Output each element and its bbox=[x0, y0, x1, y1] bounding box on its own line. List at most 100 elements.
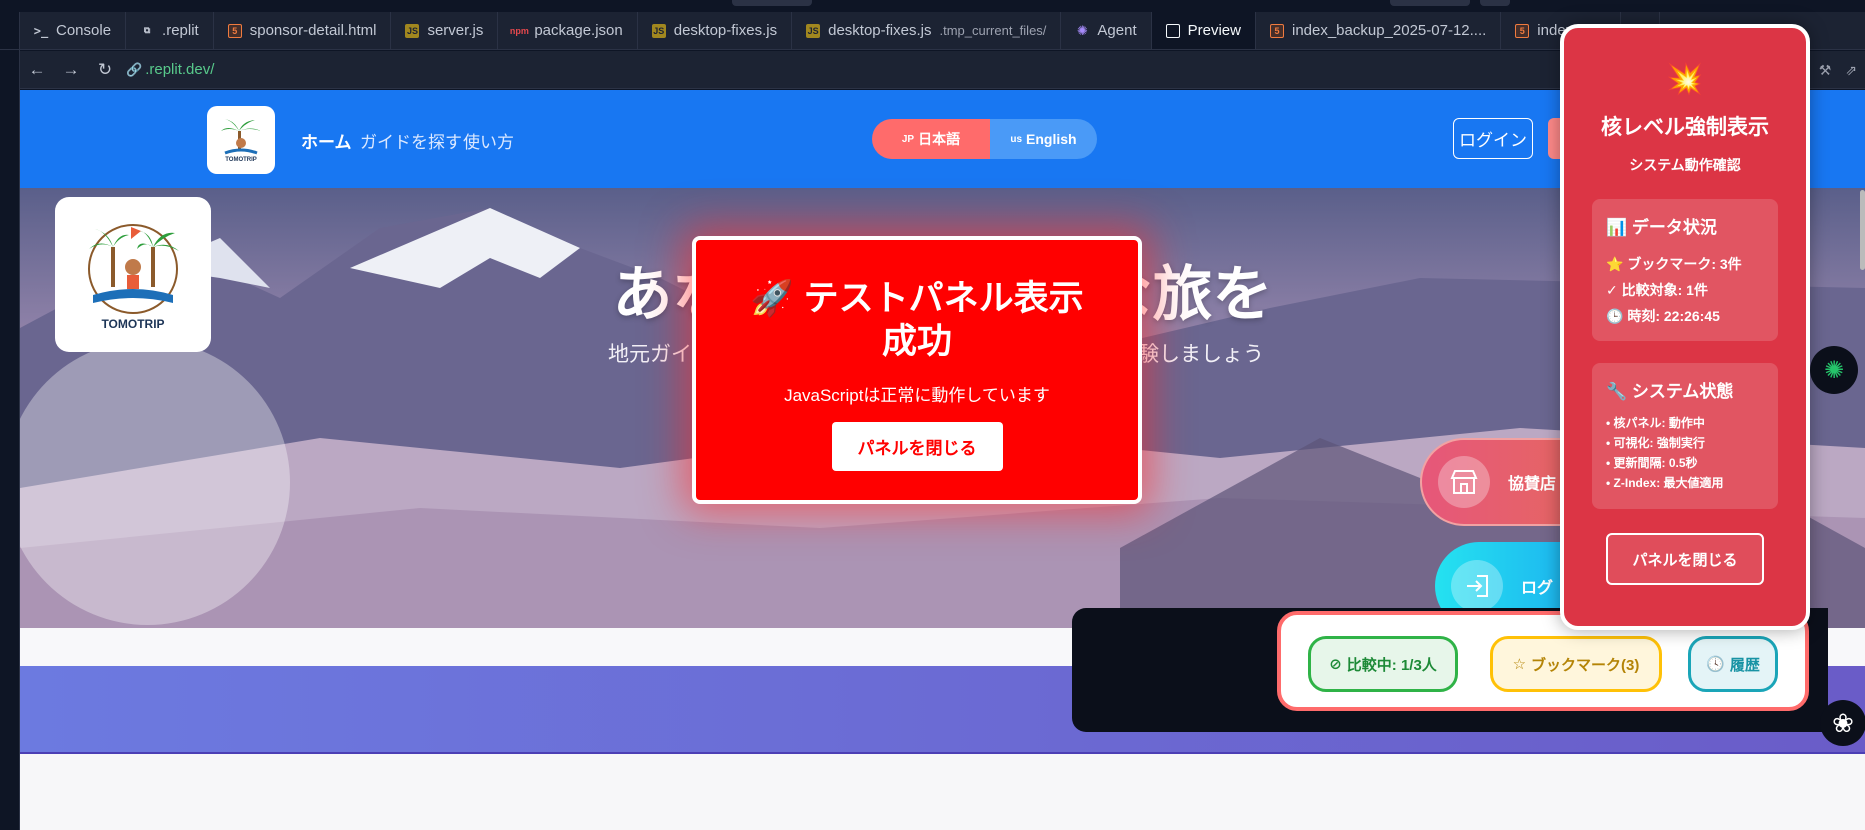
jp-flag-icon: JP bbox=[901, 133, 915, 145]
lang-ja-label: 日本語 bbox=[918, 131, 961, 147]
explosion-icon: 💥 bbox=[1666, 63, 1704, 96]
test-panel-message: JavaScriptは正常に動作しています bbox=[784, 386, 1050, 405]
terminal-icon: >_ bbox=[33, 23, 49, 38]
store-icon bbox=[1438, 456, 1490, 508]
html-icon: 5 bbox=[227, 23, 242, 38]
top-strip-control[interactable] bbox=[1480, 0, 1510, 6]
star-icon: ☆ bbox=[1512, 656, 1527, 673]
tab-label: index_backup_2025-07-12.... bbox=[1291, 22, 1487, 39]
compare-count: ✓ 比較対象: 1件 bbox=[1606, 282, 1708, 298]
current-time: 🕒 時刻: 22:26:45 bbox=[1606, 308, 1720, 324]
tab-desktop-fixes-tmp[interactable]: JS desktop-fixes.js .tmp_current_files/ bbox=[792, 12, 1062, 49]
tab-package-json[interactable]: npm package.json bbox=[498, 12, 638, 49]
tab-console[interactable]: >_ Console bbox=[20, 12, 127, 49]
devtools-icon[interactable]: ⚒ bbox=[1819, 62, 1832, 79]
compare-button[interactable]: ⊘ 比較中: 1/3人 bbox=[1308, 636, 1458, 692]
link-icon: 🔗 bbox=[126, 62, 143, 77]
scrollbar-thumb[interactable] bbox=[1860, 190, 1865, 270]
tab-sponsor-detail[interactable]: 5 sponsor-detail.html bbox=[214, 12, 392, 49]
top-strip-control[interactable] bbox=[1390, 0, 1470, 6]
tab-index-backup[interactable]: 5 index_backup_2025-07-12.... bbox=[1256, 12, 1502, 49]
us-flag-icon: us bbox=[1010, 133, 1023, 145]
header-login-button[interactable]: ログイン bbox=[1453, 118, 1533, 159]
external-link-icon[interactable]: ⇗ bbox=[1845, 62, 1857, 79]
data-status-box: 📊 データ状況 ⭐ ブックマーク: 3件 ✓ 比較対象: 1件 🕒 時刻: 22… bbox=[1592, 199, 1778, 341]
bookmark-label: ブックマーク(3) bbox=[1531, 656, 1640, 674]
reload-icon[interactable]: ↻ bbox=[88, 60, 122, 80]
tab-label: server.js bbox=[427, 22, 484, 39]
tab-label: package.json bbox=[534, 22, 623, 39]
clock-icon: 🕓 bbox=[1706, 656, 1725, 673]
palm-logo-icon bbox=[88, 223, 179, 314]
side-login-label: ログ bbox=[1521, 580, 1554, 597]
agent-icon: ✺ bbox=[1076, 22, 1088, 38]
sponsor-label: 協賛店 bbox=[1508, 476, 1557, 493]
tab-server-js[interactable]: JS server.js bbox=[391, 12, 499, 49]
top-strip-control[interactable] bbox=[732, 0, 812, 6]
tab-label: desktop-fixes.js bbox=[673, 22, 778, 39]
status-interval: • 更新間隔: 0.5秒 bbox=[1606, 456, 1698, 470]
test-panel-title: 🚀 テストパネル表示 成功 bbox=[750, 277, 1083, 363]
bookmark-button[interactable]: ☆ ブックマーク(3) bbox=[1490, 636, 1662, 692]
test-panel-title-line1: 🚀 テストパネル表示 bbox=[750, 279, 1084, 318]
core-panel-close-button[interactable]: パネルを閉じる bbox=[1606, 533, 1764, 585]
system-status-title: 🔧 システム状態 bbox=[1606, 382, 1734, 401]
lang-en-label: English bbox=[1026, 131, 1077, 147]
hero-logo[interactable]: TOMOTRIP bbox=[55, 197, 211, 352]
back-icon[interactable]: ← bbox=[20, 60, 54, 80]
status-core: • 核パネル: 動作中 bbox=[1606, 416, 1705, 430]
tab-label: desktop-fixes.js bbox=[828, 22, 932, 39]
tab-preview[interactable]: Preview bbox=[1151, 12, 1256, 49]
nav-find-guide[interactable]: ガイドを探す bbox=[360, 128, 462, 153]
check-circle-icon: ⊘ bbox=[1329, 656, 1342, 673]
url-text: .replit.dev/ bbox=[145, 61, 215, 78]
core-panel-title: 核レベル強制表示 bbox=[1601, 116, 1769, 139]
logo-text: TOMOTRIP bbox=[225, 157, 257, 163]
assistant-float-icon[interactable]: ✺ bbox=[1810, 346, 1858, 394]
tab-label: Console bbox=[56, 22, 112, 39]
tab-path: .tmp_current_files/ bbox=[939, 23, 1047, 38]
url-field[interactable]: 🔗 .replit.dev/ bbox=[126, 61, 214, 78]
lower-content bbox=[20, 754, 1865, 830]
bookmark-count: ⭐ ブックマーク: 3件 bbox=[1606, 256, 1742, 272]
login-arrow-icon bbox=[1451, 560, 1503, 612]
history-label: 履歴 bbox=[1729, 656, 1760, 674]
status-zindex: • Z-Index: 最大値適用 bbox=[1606, 476, 1724, 490]
lang-en-button[interactable]: us English bbox=[990, 119, 1097, 159]
preview-icon bbox=[1165, 23, 1180, 38]
lang-ja-button[interactable]: JP 日本語 bbox=[872, 119, 990, 159]
site-logo[interactable]: TOMOTRIP bbox=[207, 106, 275, 174]
logo-text: TOMOTRIP bbox=[101, 316, 165, 331]
openai-float-icon[interactable]: ❀ bbox=[1820, 700, 1865, 746]
palm-logo-icon bbox=[221, 119, 261, 155]
forward-icon[interactable]: → bbox=[54, 60, 88, 80]
tab-label: .replit bbox=[162, 22, 199, 39]
hero-subtitle-right: 験しましょう bbox=[1138, 343, 1264, 366]
left-rail bbox=[0, 50, 20, 830]
tab-label: Agent bbox=[1097, 22, 1137, 39]
html-icon: 5 bbox=[1269, 23, 1284, 38]
nav-home[interactable]: ホーム bbox=[301, 128, 352, 153]
tab-agent[interactable]: ✺ Agent bbox=[1061, 12, 1152, 49]
language-switcher: JP 日本語 us English bbox=[872, 119, 1097, 159]
test-panel-close-button[interactable]: パネルを閉じる bbox=[831, 422, 1003, 471]
replit-icon: ⧉ bbox=[143, 25, 151, 35]
test-panel: 🚀 テストパネル表示 成功 JavaScriptは正常に動作しています パネルを… bbox=[692, 236, 1142, 504]
tab-bar-gutter bbox=[0, 12, 20, 49]
tab-desktop-fixes[interactable]: JS desktop-fixes.js bbox=[638, 12, 793, 49]
ide-window: >_ Console ⧉ .replit 5 sponsor-detail.ht… bbox=[0, 0, 1865, 830]
compare-label: 比較中: 1/3人 bbox=[1346, 656, 1437, 674]
nav-how-to[interactable]: 使い方 bbox=[463, 128, 514, 153]
js-icon: JS bbox=[651, 23, 666, 38]
data-status-title: 📊 データ状況 bbox=[1606, 218, 1717, 237]
js-icon: JS bbox=[405, 23, 420, 38]
top-strip bbox=[0, 0, 1865, 12]
core-panel-subtitle: システム動作確認 bbox=[1629, 157, 1741, 173]
core-panel: 💥 核レベル強制表示 システム動作確認 📊 データ状況 ⭐ ブックマーク: 3件… bbox=[1560, 24, 1810, 630]
tab-replit[interactable]: ⧉ .replit bbox=[126, 12, 214, 49]
test-panel-title-line2: 成功 bbox=[881, 322, 952, 361]
history-button[interactable]: 🕓 履歴 bbox=[1688, 636, 1778, 692]
html-icon: 5 bbox=[1515, 23, 1530, 38]
system-status-box: 🔧 システム状態 • 核パネル: 動作中 • 可視化: 強制実行 • 更新間隔:… bbox=[1592, 363, 1778, 509]
tab-label: Preview bbox=[1187, 22, 1241, 39]
